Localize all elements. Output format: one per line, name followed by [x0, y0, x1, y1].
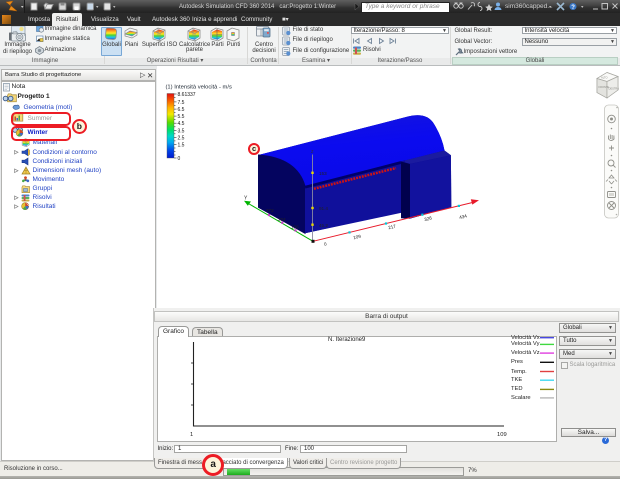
svg-text:434: 434: [459, 213, 468, 220]
svg-text:0: 0: [178, 156, 181, 162]
svg-text:4.5: 4.5: [178, 121, 185, 127]
svg-text:0: 0: [323, 241, 327, 247]
svg-text:(1) Intensità velocità - m/s: (1) Intensità velocità - m/s: [166, 85, 232, 91]
svg-text:326: 326: [424, 215, 433, 222]
svg-text:6.5: 6.5: [178, 107, 185, 113]
svg-text:217: 217: [388, 224, 397, 231]
svg-text:91.4: 91.4: [319, 206, 328, 211]
svg-text:204: 204: [278, 217, 286, 222]
svg-text:7.5: 7.5: [178, 100, 185, 106]
svg-text:272: 272: [266, 208, 274, 213]
svg-text:109: 109: [353, 234, 362, 241]
svg-text:2.5: 2.5: [178, 136, 185, 142]
svg-text:153: 153: [319, 171, 327, 176]
svg-text:?: ?: [571, 5, 575, 11]
svg-text:Y: Y: [244, 196, 248, 202]
svg-text:DESTRA: DESTRA: [609, 87, 620, 91]
svg-text:136: 136: [291, 225, 299, 230]
svg-text:5.5: 5.5: [178, 114, 185, 120]
svg-text:45.2: 45.2: [319, 223, 328, 228]
svg-text:3.5: 3.5: [178, 129, 185, 135]
svg-text:8.61337: 8.61337: [178, 92, 196, 98]
svg-text:1.5: 1.5: [178, 143, 185, 149]
svg-text:ALTO: ALTO: [601, 76, 608, 80]
